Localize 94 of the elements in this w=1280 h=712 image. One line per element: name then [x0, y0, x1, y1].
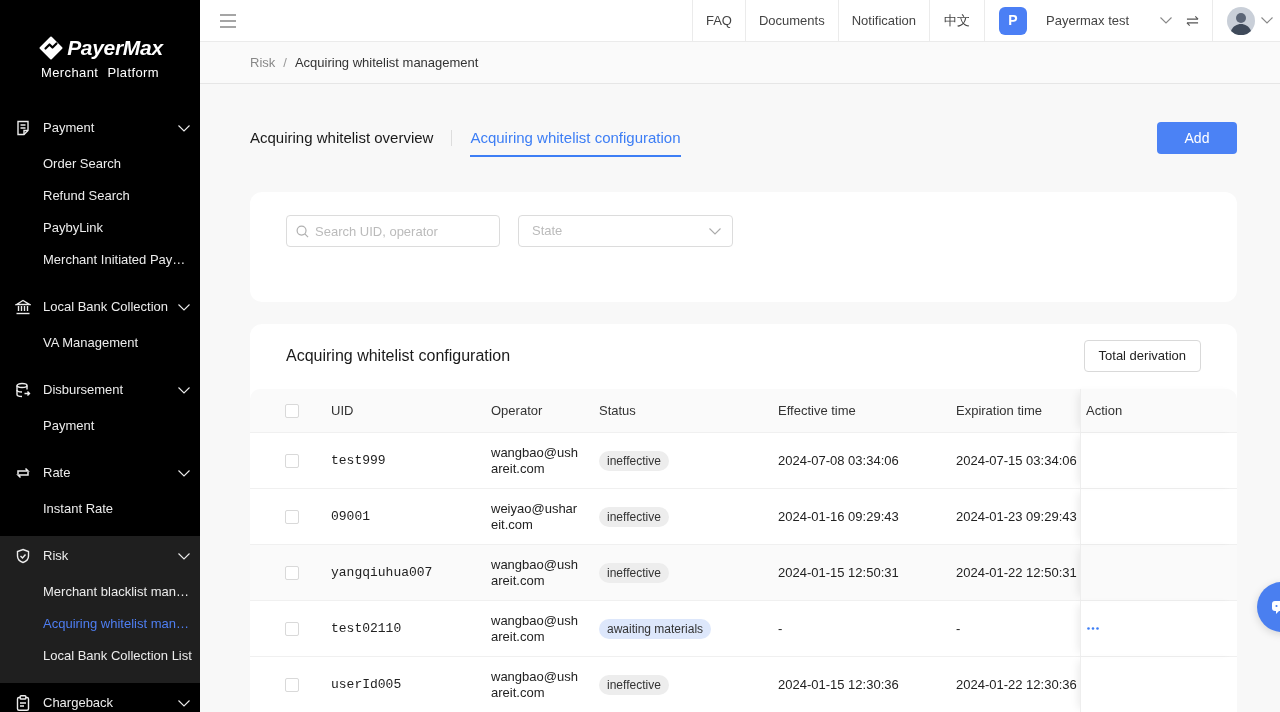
- chevron-down-icon: [709, 227, 721, 235]
- status-tag: ineffective: [599, 562, 669, 583]
- menu-item[interactable]: Merchant Initiated Pay…: [0, 244, 200, 276]
- menu-item[interactable]: Refund Search: [0, 180, 200, 212]
- column-header: Operator: [490, 401, 544, 420]
- account-badge[interactable]: P: [999, 6, 1027, 35]
- document-icon: [15, 120, 31, 136]
- table-row[interactable]: test02110 wangbao@ushareit.com awaiting materials - -: [250, 601, 1237, 657]
- column-header: Effective time: [777, 401, 857, 420]
- breadcrumb-current: Acquiring whitelist management: [294, 53, 479, 72]
- table-cell-text: -: [955, 619, 962, 638]
- chevron-down-icon: [1261, 17, 1273, 24]
- chevron-down-icon: [178, 124, 190, 132]
- column-header: Status: [598, 401, 637, 420]
- table-cell-text: yangqiuhua007: [330, 563, 434, 582]
- chevron-down-icon: [178, 699, 190, 707]
- search-field[interactable]: Search UID, operator: [286, 215, 500, 247]
- menu-item[interactable]: Merchant blacklist man…: [0, 576, 200, 608]
- table-cell-text: -: [777, 619, 784, 638]
- status-tag: ineffective: [599, 506, 669, 527]
- nav-link[interactable]: Documents: [744, 0, 838, 41]
- menu-group-header[interactable]: Local Bank Collection: [0, 287, 200, 327]
- status-tag: ineffective: [599, 674, 669, 695]
- search-icon: [296, 225, 309, 238]
- column-header: Action: [1080, 389, 1237, 432]
- row-checkbox[interactable]: [285, 509, 299, 524]
- table-cell-text: 2024-01-15 12:50:31: [777, 563, 900, 582]
- menu-item[interactable]: Local Bank Collection List: [0, 640, 200, 672]
- bank-icon: [15, 299, 31, 315]
- table-row[interactable]: 09001 weiyao@ushareit.com ineffective 2024-01-16 09:29:43 2024-01-23 09:29:43: [250, 489, 1237, 545]
- menu-icon[interactable]: [220, 13, 236, 28]
- exchange-icon: [15, 465, 31, 481]
- menu-group-header[interactable]: Rate: [0, 453, 200, 493]
- status-tag: awaiting materials: [599, 618, 712, 639]
- menu-item[interactable]: Instant Rate: [0, 493, 200, 525]
- table-cell-text: test999: [330, 451, 387, 470]
- table-cell-text: wangbao@ushareit.com: [490, 555, 579, 590]
- menu-group-header[interactable]: Payment: [0, 108, 200, 148]
- table-cell-text: 2024-01-16 09:29:43: [777, 507, 900, 526]
- account-name[interactable]: Payermax test: [1046, 10, 1160, 31]
- brand-name: PayerMax: [67, 35, 163, 61]
- table-cell-text: weiyao@ushareit.com: [490, 499, 579, 534]
- table-cell-text: 09001: [330, 507, 371, 526]
- shield-check-icon: [15, 548, 31, 564]
- logo-subtitle: Merchant Platform: [41, 64, 159, 82]
- breadcrumb-separator: /: [283, 53, 287, 72]
- tab[interactable]: Acquiring whitelist overview: [250, 122, 434, 157]
- table-cell-text: 2024-01-22 12:30:36: [955, 675, 1078, 694]
- menu-item[interactable]: VA Management: [0, 327, 200, 359]
- table-cell-text: 2024-01-15 12:30:36: [777, 675, 900, 694]
- chevron-down-icon: [178, 469, 190, 477]
- table-cell-text: userId005: [330, 675, 403, 694]
- logo-icon: [39, 36, 64, 60]
- table-cell-text: wangbao@ushareit.com: [490, 611, 579, 646]
- language-link[interactable]: 中文: [929, 0, 984, 41]
- table-cell-text: wangbao@ushareit.com: [490, 667, 579, 702]
- menu-item[interactable]: Payment: [0, 410, 200, 442]
- chevron-down-icon: [178, 303, 190, 311]
- menu-item[interactable]: Acquiring whitelist man…: [0, 608, 200, 640]
- tab[interactable]: Acquiring whitelist configuration: [470, 122, 681, 157]
- avatar-icon[interactable]: [1227, 6, 1255, 35]
- column-header: UID: [330, 401, 355, 420]
- select-all-checkbox[interactable]: [285, 403, 299, 418]
- row-checkbox[interactable]: [285, 453, 299, 468]
- table-title: Acquiring whitelist configuration: [286, 346, 511, 366]
- breadcrumb-link[interactable]: Risk: [250, 52, 276, 73]
- table-cell-text: 2024-07-08 03:34:06: [777, 451, 900, 470]
- chevron-down-icon: [1160, 17, 1172, 24]
- table-cell-text: wangbao@ushareit.com: [490, 443, 579, 478]
- table-cell-text: 2024-01-23 09:29:43: [955, 507, 1078, 526]
- database-icon: [15, 382, 31, 398]
- menu-group-header[interactable]: Risk: [0, 536, 200, 576]
- nav-link[interactable]: Notification: [837, 0, 929, 41]
- menu-item[interactable]: PaybyLink: [0, 212, 200, 244]
- table-row[interactable]: yangqiuhua007 wangbao@ushareit.com ineffective 2024-01-15 12:50:31 2024-01-22 12:50:31: [250, 545, 1237, 601]
- table-cell-text: test02110: [330, 619, 403, 638]
- menu-group-header[interactable]: Disbursement: [0, 370, 200, 410]
- chevron-down-icon: [178, 386, 190, 394]
- add-button[interactable]: Add: [1157, 122, 1237, 154]
- menu-group-header[interactable]: Chargeback: [0, 683, 200, 712]
- nav-link[interactable]: FAQ: [691, 0, 745, 41]
- row-checkbox[interactable]: [285, 565, 299, 580]
- table-cell-text: 2024-07-15 03:34:06: [955, 451, 1078, 470]
- column-header: Expiration time: [955, 401, 1043, 420]
- swap-icon[interactable]: [1186, 14, 1199, 27]
- table-cell-text: 2024-01-22 12:50:31: [955, 563, 1078, 582]
- more-icon[interactable]: [1087, 627, 1099, 630]
- menu-item[interactable]: Order Search: [0, 148, 200, 180]
- chevron-down-icon: [178, 552, 190, 560]
- row-checkbox[interactable]: [285, 677, 299, 692]
- table-row[interactable]: test999 wangbao@ushareit.com ineffective 2024-07-08 03:34:06 2024-07-15 03:34:06: [250, 433, 1237, 489]
- status-tag: ineffective: [599, 450, 669, 471]
- export-button[interactable]: Total derivation: [1083, 340, 1201, 372]
- row-checkbox[interactable]: [285, 621, 299, 636]
